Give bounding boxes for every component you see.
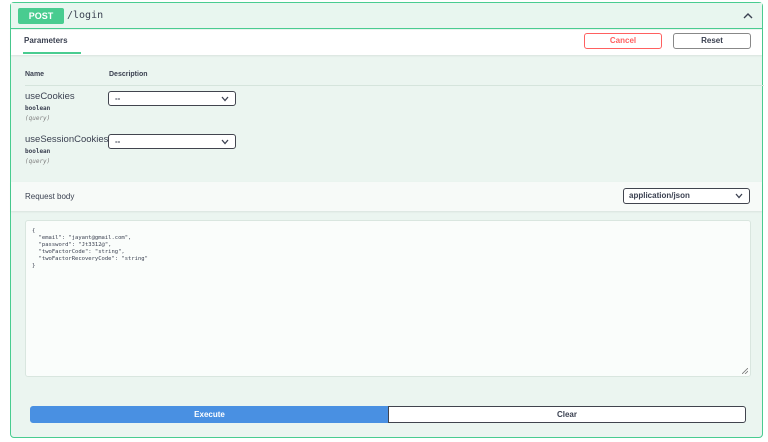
chevron-up-icon[interactable] <box>742 10 754 22</box>
request-body-editor[interactable]: { "email": "jayant@gmail.com", "password… <box>25 220 751 377</box>
usecookies-select[interactable]: -- <box>108 91 236 106</box>
column-header-description: Description <box>109 71 148 78</box>
opblock-post-login: POST /login Parameters Cancel Reset Name… <box>10 2 764 438</box>
cancel-button[interactable]: Cancel <box>584 33 662 49</box>
operation-summary[interactable]: POST /login <box>11 3 762 29</box>
http-method-badge: POST <box>18 8 64 24</box>
select-value: -- <box>115 94 121 103</box>
code-line: "twoFactorCode": "string", <box>32 249 125 255</box>
chevron-down-icon <box>221 139 229 145</box>
parameters-header: Parameters Cancel Reset <box>11 30 762 55</box>
code-line: "password": "Jt3312@", <box>32 242 112 248</box>
clear-button[interactable]: Clear <box>388 406 746 423</box>
execute-button[interactable]: Execute <box>30 406 389 423</box>
content-type-value: application/json <box>629 191 690 200</box>
code-line: { <box>32 228 36 234</box>
chevron-down-icon <box>221 96 229 102</box>
param-location: (query) <box>25 115 51 122</box>
request-body-header: Request body application/json <box>11 182 762 211</box>
operation-path: /login <box>67 10 104 21</box>
select-value: -- <box>115 137 121 146</box>
resize-grip-icon[interactable] <box>742 368 748 374</box>
usesessioncookies-select[interactable]: -- <box>108 134 236 149</box>
param-name-usesessioncookies: useSessionCookies <box>25 134 109 145</box>
tab-active-indicator <box>23 52 81 54</box>
param-name-usecookies: useCookies <box>25 91 75 102</box>
code-line: "email": "jayant@gmail.com", <box>32 235 132 241</box>
param-location: (query) <box>25 158 51 165</box>
column-header-name: Name <box>25 71 45 78</box>
code-line: } <box>32 263 36 269</box>
tab-parameters[interactable]: Parameters <box>24 36 68 45</box>
request-body-label: Request body <box>25 192 75 201</box>
content-type-select[interactable]: application/json <box>623 188 750 204</box>
chevron-down-icon <box>735 193 743 199</box>
param-type: boolean <box>25 148 51 155</box>
table-divider <box>25 85 764 86</box>
code-line: "twoFactorRecoveryCode": "string" <box>32 256 148 262</box>
param-type: boolean <box>25 105 51 112</box>
reset-button[interactable]: Reset <box>673 33 751 49</box>
